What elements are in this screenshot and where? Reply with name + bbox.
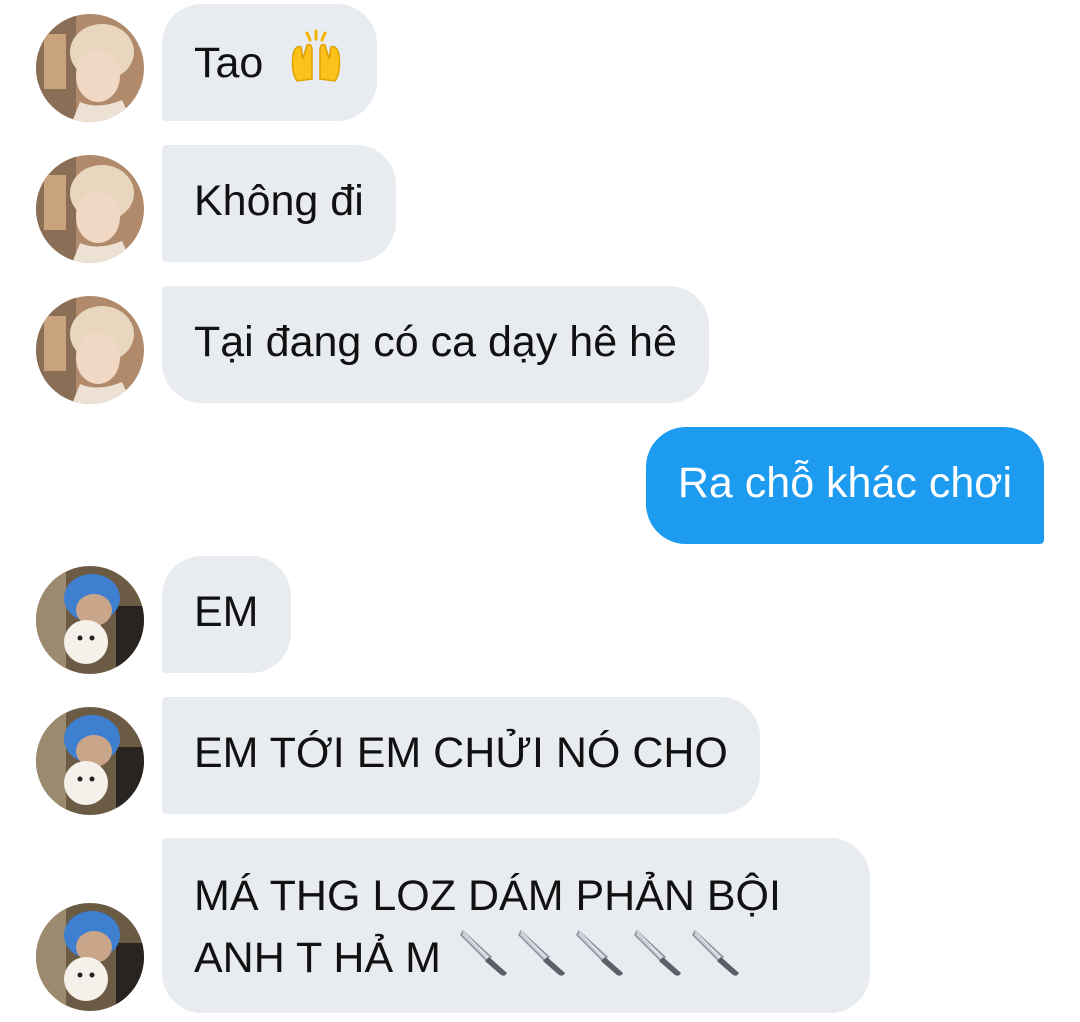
message-bubble-outgoing[interactable]: Ra chỗ khác chơi: [645, 427, 1044, 544]
message-bubble[interactable]: MÁ THG LOZ DÁM PHẢN BỘI ANH T HẢ M: [162, 838, 870, 1013]
message-text: Không đi: [194, 177, 364, 225]
kitchen-knife-icon-group: [453, 929, 743, 982]
message-text-line-2: ANH T HẢ M: [194, 927, 838, 994]
kitchen-knife-icon: [691, 927, 743, 994]
kitchen-knife-icon: [517, 927, 569, 994]
message-bubble[interactable]: Không đi: [162, 145, 396, 262]
avatar-contact-a[interactable]: [36, 155, 144, 263]
avatar-photo-icon: [36, 296, 144, 404]
message-text: Tại đang có ca dạy hê hê: [194, 318, 677, 366]
message-text-line: MÁ THG LOZ DÁM PHẢN BỘI: [194, 872, 781, 920]
avatar-photo-icon: [36, 155, 144, 263]
avatar-contact-a[interactable]: [36, 296, 144, 404]
avatar-contact-b[interactable]: [36, 566, 144, 674]
message-bubble[interactable]: EM: [162, 556, 291, 673]
message-text: Tao: [194, 38, 264, 87]
message-text: EM: [194, 588, 259, 636]
avatar-photo-icon: [36, 566, 144, 674]
message-text: EM TỚI EM CHỬI NÓ CHO: [194, 729, 728, 777]
avatar-photo-icon: [36, 903, 144, 1011]
avatar-contact-b[interactable]: [36, 707, 144, 815]
raising-hands-icon: [287, 29, 345, 102]
kitchen-knife-icon: [459, 927, 511, 994]
message-text: ANH T HẢ M: [194, 934, 441, 982]
avatar-contact-b[interactable]: [36, 903, 144, 1011]
message-bubble[interactable]: EM TỚI EM CHỬI NÓ CHO: [162, 697, 760, 814]
message-bubble[interactable]: Tao: [162, 4, 378, 121]
message-text: Ra chỗ khác chơi: [677, 459, 1012, 507]
message-bubble[interactable]: Tại đang có ca dạy hê hê: [162, 286, 709, 403]
avatar-contact-a[interactable]: [36, 14, 144, 122]
kitchen-knife-icon: [633, 927, 685, 994]
avatar-photo-icon: [36, 14, 144, 122]
avatar-photo-icon: [36, 707, 144, 815]
kitchen-knife-icon: [575, 927, 627, 994]
